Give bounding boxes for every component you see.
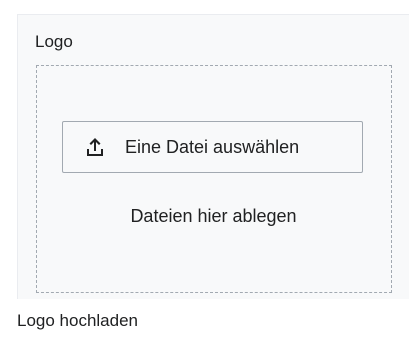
- help-text: Logo hochladen: [17, 311, 139, 330]
- file-dropzone[interactable]: Eine Datei auswählen Dateien hier ablege…: [36, 65, 392, 293]
- upload-page: Logo Eine Datei auswählen Dateien hier a…: [0, 0, 416, 342]
- drop-hint: Dateien hier ablegen: [130, 206, 297, 226]
- logo-upload-panel: Logo Eine Datei auswählen Dateien hier a…: [17, 14, 409, 299]
- field-label: Logo: [35, 32, 73, 51]
- select-file-button[interactable]: Eine Datei auswählen: [62, 121, 363, 173]
- upload-icon: [81, 133, 109, 161]
- select-file-button-label: Eine Datei auswählen: [125, 136, 300, 157]
